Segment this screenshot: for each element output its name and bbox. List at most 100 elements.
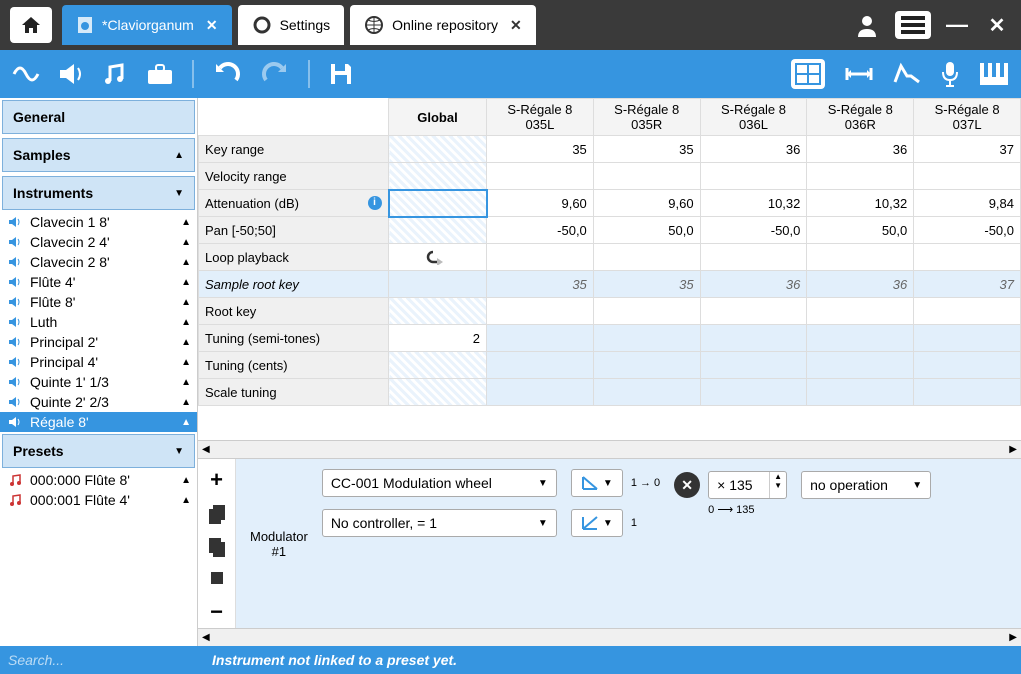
paste-modulator-button[interactable]: [208, 537, 226, 557]
cell[interactable]: [700, 298, 807, 325]
horizontal-scrollbar[interactable]: ◀ ▶: [198, 440, 1021, 458]
cell[interactable]: [807, 352, 914, 379]
col-header[interactable]: S-Régale 8035R: [593, 99, 700, 136]
dest-dropdown[interactable]: no operation ▼: [801, 471, 931, 499]
close-icon[interactable]: ✕: [510, 17, 522, 34]
spin-up[interactable]: ▲: [770, 472, 786, 481]
spin-down[interactable]: ▼: [770, 481, 786, 490]
row-header[interactable]: Tuning (cents): [199, 352, 389, 379]
cell[interactable]: [487, 379, 594, 406]
home-button[interactable]: [10, 7, 52, 43]
copy-modulator-button[interactable]: [208, 505, 226, 525]
row-header[interactable]: Attenuation (dB)i: [199, 190, 389, 217]
cell-global[interactable]: [389, 244, 487, 271]
row-header[interactable]: Scale tuning: [199, 379, 389, 406]
cell[interactable]: [700, 352, 807, 379]
cell[interactable]: 35: [487, 136, 594, 163]
minimize-button[interactable]: —: [943, 12, 971, 38]
sidebar-item-instrument[interactable]: Clavecin 2 8'▲: [0, 252, 197, 272]
sidebar-item-instrument[interactable]: Flûte 8'▲: [0, 292, 197, 312]
sidebar-item-preset[interactable]: 000:000 Flûte 8'▲: [0, 470, 197, 490]
section-instruments[interactable]: Instruments ▼: [2, 176, 195, 210]
toolbox-icon[interactable]: [146, 62, 174, 86]
envelope-icon[interactable]: [893, 62, 921, 86]
tab-claviorganum[interactable]: *Claviorganum ✕: [62, 5, 232, 45]
col-header[interactable]: S-Régale 8036R: [807, 99, 914, 136]
mic-icon[interactable]: [939, 60, 961, 88]
section-presets[interactable]: Presets ▼: [2, 434, 195, 468]
cell[interactable]: -50,0: [487, 217, 594, 244]
cell[interactable]: [487, 298, 594, 325]
cell[interactable]: [700, 379, 807, 406]
range-icon[interactable]: [843, 64, 875, 84]
cell[interactable]: [487, 163, 594, 190]
cell-global[interactable]: [389, 298, 487, 325]
cell[interactable]: 36: [700, 136, 807, 163]
menu-button[interactable]: [895, 11, 931, 39]
wave-icon[interactable]: [12, 62, 40, 86]
redo-button[interactable]: [260, 60, 290, 88]
add-modulator-button[interactable]: +: [210, 467, 223, 493]
sidebar-item-instrument[interactable]: Clavecin 1 8'▲: [0, 212, 197, 232]
cell[interactable]: [700, 325, 807, 352]
grid-view-button[interactable]: [791, 59, 825, 89]
col-header[interactable]: S-Régale 8035L: [487, 99, 594, 136]
cell[interactable]: 35: [593, 136, 700, 163]
cell-global[interactable]: [389, 136, 487, 163]
cell-global[interactable]: [389, 352, 487, 379]
cell[interactable]: 35: [487, 271, 594, 298]
col-header[interactable]: S-Régale 8036L: [700, 99, 807, 136]
src2-dropdown[interactable]: No controller, = 1 ▼: [322, 509, 557, 537]
row-header[interactable]: Velocity range: [199, 163, 389, 190]
section-general[interactable]: General: [2, 100, 195, 134]
cell[interactable]: [487, 325, 594, 352]
user-icon[interactable]: [855, 13, 883, 37]
cell[interactable]: [593, 163, 700, 190]
info-icon[interactable]: i: [368, 196, 382, 210]
cell[interactable]: [914, 163, 1021, 190]
cell[interactable]: [807, 325, 914, 352]
speaker-icon[interactable]: [58, 62, 84, 86]
cell[interactable]: 36: [807, 271, 914, 298]
col-global[interactable]: Global: [389, 99, 487, 136]
notes-icon[interactable]: [102, 61, 128, 87]
close-window-button[interactable]: ✕: [983, 13, 1011, 38]
cell-global[interactable]: [389, 190, 487, 217]
cell[interactable]: -50,0: [700, 217, 807, 244]
curve1-dropdown[interactable]: ▼: [571, 469, 623, 497]
cell[interactable]: [914, 244, 1021, 271]
cell[interactable]: 36: [700, 271, 807, 298]
cell[interactable]: [914, 298, 1021, 325]
close-icon[interactable]: ✕: [206, 17, 218, 34]
parameter-table-area[interactable]: Global S-Régale 8035L S-Régale 8035R S-R…: [198, 98, 1021, 440]
cell-global[interactable]: 2: [389, 325, 487, 352]
row-header[interactable]: Key range: [199, 136, 389, 163]
cell[interactable]: 10,32: [807, 190, 914, 217]
sidebar-item-instrument[interactable]: Luth▲: [0, 312, 197, 332]
cell[interactable]: [914, 352, 1021, 379]
cell-global[interactable]: [389, 379, 487, 406]
cell[interactable]: [593, 379, 700, 406]
src1-dropdown[interactable]: CC-001 Modulation wheel ▼: [322, 469, 557, 497]
sidebar-item-preset[interactable]: 000:001 Flûte 4'▲: [0, 490, 197, 510]
row-header[interactable]: Sample root key: [199, 271, 389, 298]
cell[interactable]: 9,84: [914, 190, 1021, 217]
remove-modulator-button[interactable]: −: [210, 599, 223, 625]
sidebar-item-instrument[interactable]: Régale 8'▲: [0, 412, 197, 432]
cell[interactable]: 50,0: [593, 217, 700, 244]
cell[interactable]: [593, 244, 700, 271]
cell[interactable]: [487, 244, 594, 271]
cell[interactable]: 9,60: [593, 190, 700, 217]
cell[interactable]: 35: [593, 271, 700, 298]
col-header[interactable]: S-Régale 8037L: [914, 99, 1021, 136]
cell[interactable]: 37: [914, 136, 1021, 163]
row-header[interactable]: Loop playback: [199, 244, 389, 271]
cell[interactable]: 37: [914, 271, 1021, 298]
cell[interactable]: [593, 298, 700, 325]
cell[interactable]: [807, 163, 914, 190]
cell[interactable]: [914, 379, 1021, 406]
sidebar-item-instrument[interactable]: Flûte 4'▲: [0, 272, 197, 292]
tab-online-repo[interactable]: Online repository ✕: [350, 5, 536, 45]
save-button[interactable]: [328, 61, 354, 87]
cell[interactable]: [593, 325, 700, 352]
